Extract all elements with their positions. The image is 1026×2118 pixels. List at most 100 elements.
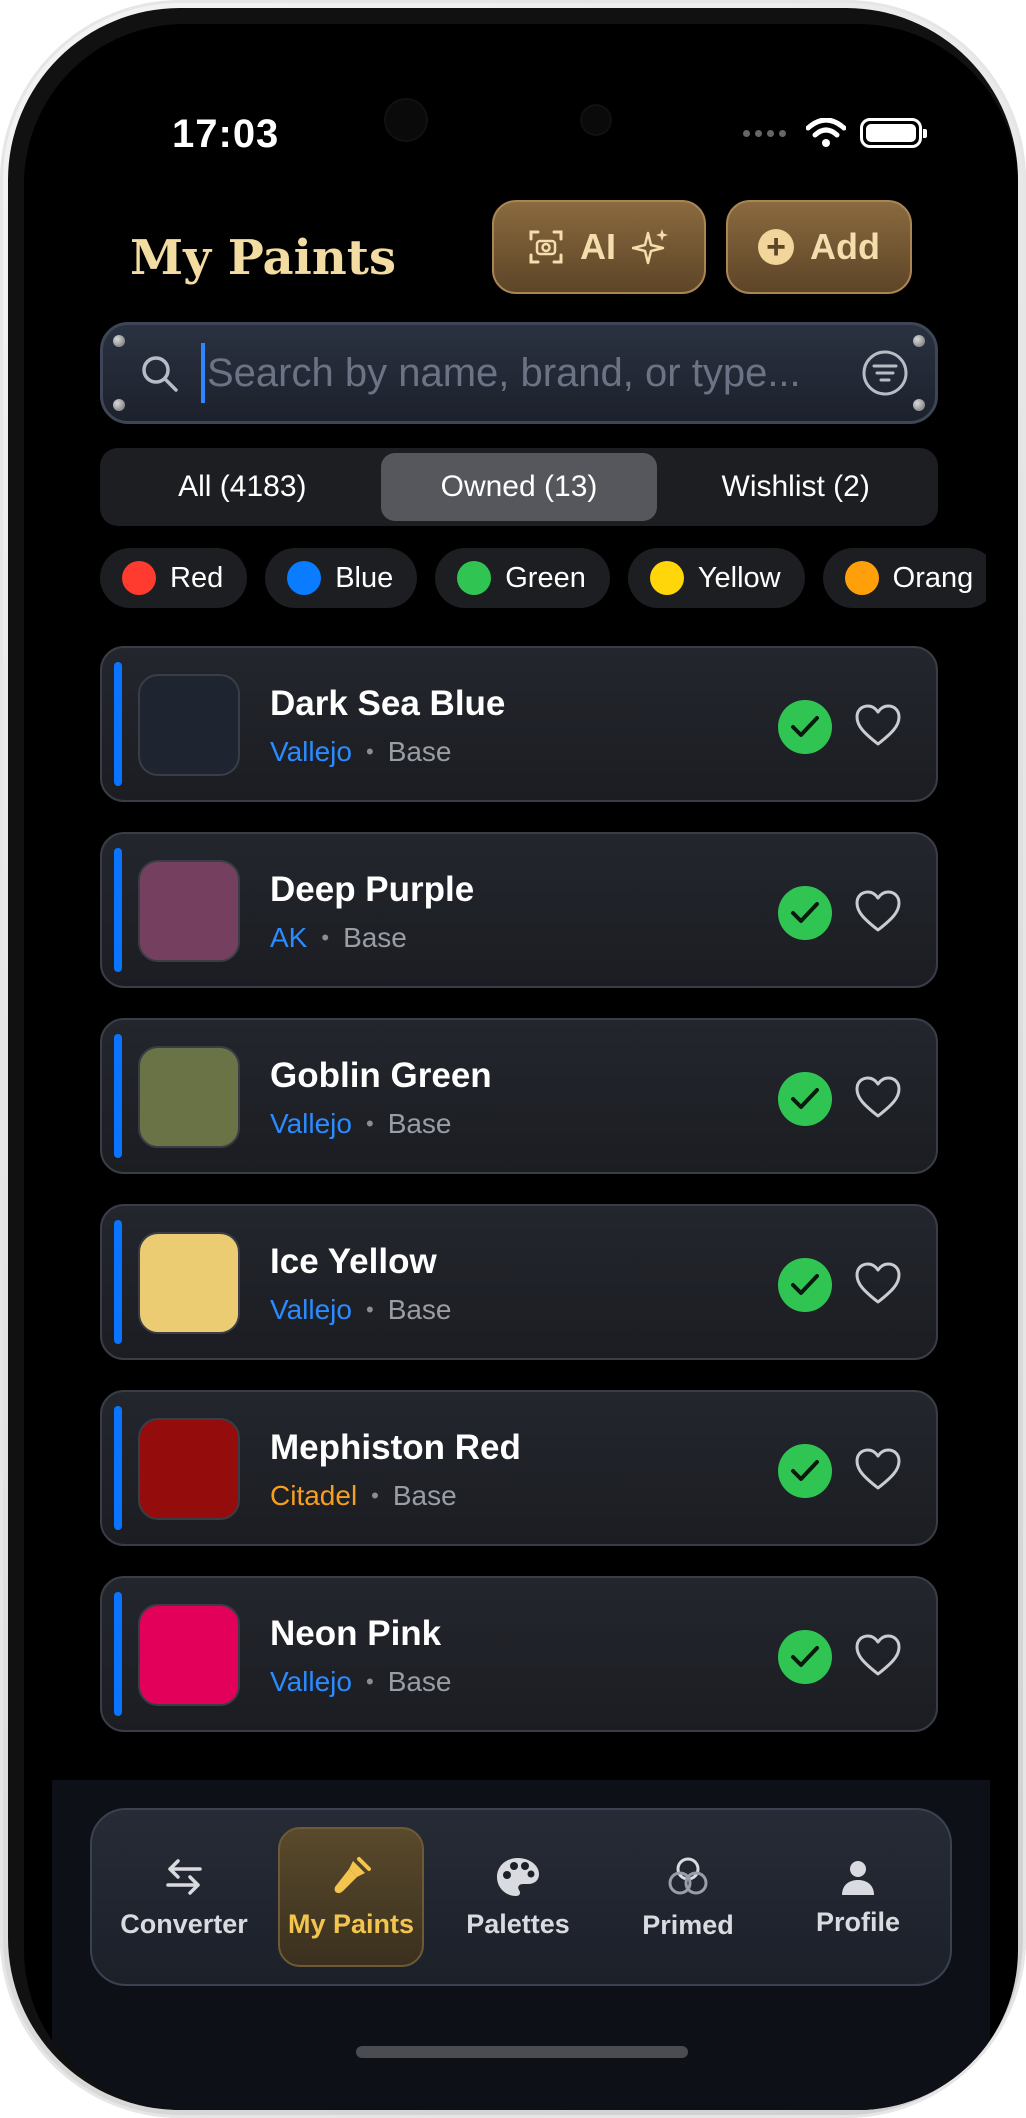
chip-orange[interactable]: Orang (822, 548, 986, 608)
paint-card[interactable]: Mephiston Red Citadel • Base (100, 1390, 938, 1546)
paint-swatch (138, 860, 240, 962)
paint-brand: Vallejo (270, 736, 352, 767)
wishlist-heart-icon[interactable] (850, 700, 906, 752)
color-filter-chips: Red Blue Green Yellow Orang (100, 548, 986, 610)
tab-profile[interactable]: Profile (782, 1827, 934, 1967)
chip-label: Red (170, 561, 224, 594)
paint-brand: Vallejo (270, 1666, 352, 1697)
paint-card[interactable]: Neon Pink Vallejo • Base (100, 1576, 938, 1732)
paint-meta: Vallejo • Base (270, 736, 452, 768)
home-indicator[interactable] (356, 2046, 688, 2058)
paint-type: Base (392, 1480, 457, 1511)
person-icon (842, 1860, 874, 1895)
rivet-decoration (913, 335, 925, 347)
segment-owned[interactable]: Owned (13) (380, 453, 658, 521)
wishlist-heart-icon[interactable] (850, 1630, 906, 1682)
wishlist-heart-icon[interactable] (850, 1258, 906, 1310)
separator-dot: • (365, 1111, 374, 1136)
chip-red[interactable]: Red (100, 548, 248, 608)
ai-button-label: AI (580, 226, 616, 267)
palette-icon (497, 1857, 539, 1896)
paint-type: Base (387, 1294, 452, 1325)
owned-check-icon[interactable] (778, 1072, 832, 1126)
chip-yellow[interactable]: Yellow (627, 548, 805, 608)
device-bezel: 17:03 My Paints AI + Add Search by name,… (8, 8, 1018, 2110)
front-camera (386, 100, 426, 140)
chip-label: Blue (335, 561, 394, 594)
paint-card[interactable]: Ice Yellow Vallejo • Base (100, 1204, 938, 1360)
card-accent-bar (114, 1406, 122, 1530)
arrows-swap-icon (166, 1858, 202, 1895)
wishlist-heart-icon[interactable] (850, 1444, 906, 1496)
color-dot (287, 561, 322, 595)
paint-card[interactable]: Deep Purple AK • Base (100, 832, 938, 988)
owned-check-icon[interactable] (778, 1444, 832, 1498)
rivet-decoration (113, 335, 125, 347)
owned-check-icon[interactable] (778, 1258, 832, 1312)
sparkles-icon (632, 229, 668, 265)
overlapping-circles-icon (668, 1857, 708, 1894)
segment-all[interactable]: All (4183) (104, 453, 381, 521)
paint-brand: AK (270, 922, 308, 953)
card-accent-bar (114, 848, 122, 972)
paint-name: Neon Pink (270, 1614, 442, 1653)
paint-type: Base (387, 1108, 452, 1139)
wifi-icon (806, 118, 846, 147)
color-dot (844, 561, 879, 595)
device-frame: 17:03 My Paints AI + Add Search by name,… (0, 0, 1026, 2118)
tab-palettes[interactable]: Palettes (442, 1827, 594, 1967)
status-time: 17:03 (172, 112, 280, 156)
filter-segmented-control: All (4183) Owned (13) Wishlist (2) (100, 448, 938, 526)
owned-check-icon[interactable] (778, 886, 832, 940)
camera-scan-icon (529, 230, 563, 264)
add-button-label: Add (810, 226, 880, 267)
separator-dot: • (365, 1669, 374, 1694)
color-dot (457, 561, 492, 595)
card-accent-bar (114, 1592, 122, 1716)
paint-card[interactable]: Dark Sea Blue Vallejo • Base (100, 646, 938, 802)
paint-swatch (138, 1418, 240, 1520)
status-icons (743, 118, 927, 148)
battery-icon (860, 118, 927, 148)
paint-swatch (138, 1046, 240, 1148)
paint-name: Ice Yellow (270, 1242, 437, 1281)
paint-brand: Vallejo (270, 1294, 352, 1325)
paint-card[interactable]: Goblin Green Vallejo • Base (100, 1018, 938, 1174)
owned-check-icon[interactable] (778, 1630, 832, 1684)
paint-brand: Citadel (270, 1480, 358, 1511)
separator-dot: • (365, 739, 374, 764)
paint-swatch (138, 674, 240, 776)
screen: 17:03 My Paints AI + Add Search by name,… (24, 24, 1018, 2110)
tab-label: Profile (815, 1906, 901, 1937)
plus-icon: + (758, 229, 794, 265)
chip-label: Green (505, 561, 586, 594)
tab-primed[interactable]: Primed (612, 1827, 764, 1967)
chip-blue[interactable]: Blue (265, 548, 418, 608)
color-dot (649, 561, 684, 595)
separator-dot: • (371, 1483, 379, 1508)
tab-my-paints[interactable]: My Paints (278, 1827, 424, 1967)
signal-icon (743, 129, 786, 137)
chip-green[interactable]: Green (435, 548, 610, 608)
wishlist-heart-icon[interactable] (850, 886, 906, 938)
rivet-decoration (113, 399, 125, 411)
owned-check-icon[interactable] (778, 700, 832, 754)
tab-converter[interactable]: Converter (108, 1827, 260, 1967)
filter-icon[interactable] (861, 349, 909, 397)
tab-label: Palettes (466, 1908, 570, 1939)
paint-brand: Vallejo (270, 1108, 352, 1139)
card-accent-bar (114, 1034, 122, 1158)
add-paint-button[interactable]: + Add (726, 200, 912, 294)
tab-label: Primed (642, 1909, 734, 1940)
tab-label: Converter (120, 1908, 248, 1939)
wishlist-heart-icon[interactable] (850, 1072, 906, 1124)
segment-wishlist[interactable]: Wishlist (2) (657, 453, 934, 521)
paint-name: Mephiston Red (270, 1428, 521, 1467)
separator-dot: • (365, 1297, 374, 1322)
paint-meta: Vallejo • Base (270, 1294, 452, 1326)
paint-swatch (138, 1604, 240, 1706)
paint-meta: AK • Base (270, 922, 407, 954)
paint-meta: Vallejo • Base (270, 1666, 452, 1698)
search-input[interactable] (201, 343, 861, 403)
ai-scan-button[interactable]: AI (492, 200, 706, 294)
